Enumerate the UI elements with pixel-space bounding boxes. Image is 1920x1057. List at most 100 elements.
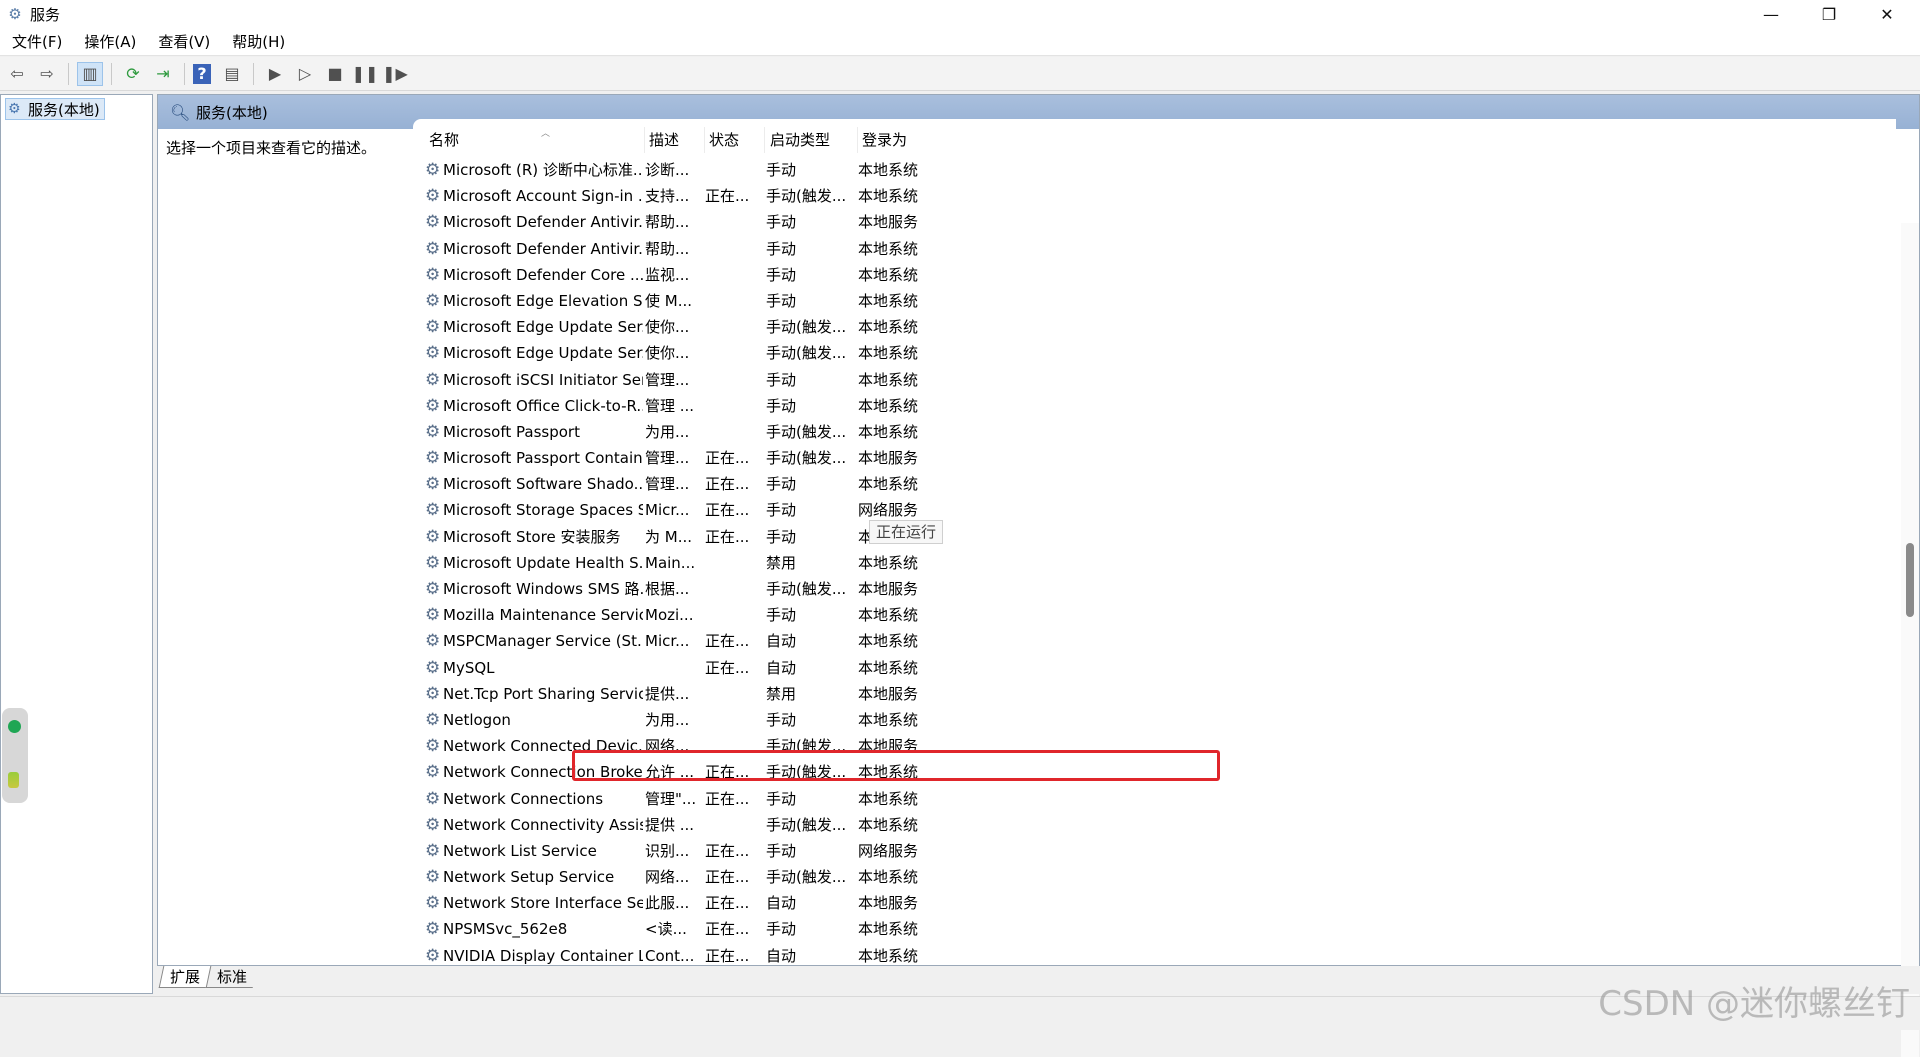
cell-name: NPSMSvc_562e8 [443, 920, 568, 939]
service-gear-icon: ⚙ [425, 919, 441, 940]
service-gear-icon: ⚙ [425, 526, 441, 547]
table-row[interactable]: ⚙ Microsoft Passport 为用... 手动(触发... 本地系统 [413, 419, 1896, 445]
table-row[interactable]: ⚙ NPSMSvc_562e8 <读... 正在... 手动 本地系统 [413, 916, 1896, 942]
cell-logon-as: 本地系统 [858, 187, 919, 206]
service-gear-icon: ⚙ [425, 683, 441, 704]
table-row[interactable]: ⚙ Microsoft (R) 诊断中心标准... 诊断... 手动 本地系统 [413, 157, 1896, 183]
cell-logon-as: 本地系统 [858, 422, 919, 441]
table-row[interactable]: ⚙ Microsoft Office Click-to-R... 管理 ... 手动 本… [413, 393, 1896, 419]
menu-file[interactable]: 文件(F) [0, 31, 72, 52]
service-gear-icon: ⚙ [425, 788, 441, 809]
table-row[interactable]: ⚙ Microsoft Software Shado... 管理... 正在... 手动… [413, 471, 1896, 497]
table-row[interactable]: ⚙ MySQL 正在... 自动 本地系统 [413, 655, 1896, 681]
table-row[interactable]: ⚙ NVIDIA Display Container LS Cont... 正在...… [413, 943, 1896, 965]
cell-status [705, 236, 763, 262]
table-row[interactable]: ⚙ Microsoft iSCSI Initiator Ser... 管理... 手动… [413, 367, 1896, 393]
column-header-startup-type[interactable]: 启动类型 [766, 127, 858, 153]
minimize-button[interactable]: — [1742, 0, 1800, 28]
cell-description: 网络... [645, 868, 690, 887]
stop-service-icon[interactable]: ■ [322, 62, 348, 86]
service-gear-icon: ⚙ [425, 343, 441, 364]
table-row[interactable]: ⚙ Network Connectivity Assis... 提供 ... 手动(触… [413, 812, 1896, 838]
cell-description: Main... [645, 553, 696, 572]
cell-status [705, 157, 763, 183]
service-gear-icon: ⚙ [425, 264, 441, 285]
cell-startup-type: 手动 [766, 606, 797, 625]
cell-name: Microsoft Passport Container [443, 449, 643, 468]
cell-description: 识别... [645, 841, 690, 860]
close-button[interactable]: ✕ [1858, 0, 1916, 28]
table-row[interactable]: ⚙ Netlogon 为用... 手动 本地系统 [413, 707, 1896, 733]
vertical-scrollbar[interactable] [1901, 223, 1919, 1057]
cell-description: 监视... [645, 265, 690, 284]
cell-description: 根据... [645, 580, 690, 598]
service-gear-icon: ⚙ [425, 709, 441, 730]
battery-icon [8, 772, 19, 788]
start-service-icon[interactable]: ▶ [262, 62, 288, 86]
service-gear-icon: ⚙ [425, 840, 441, 861]
table-row[interactable]: ⚙ Network Setup Service 网络... 正在... 手动(触发...… [413, 864, 1896, 890]
export-list-icon[interactable]: ⇥ [150, 62, 176, 86]
table-row[interactable]: ⚙ Microsoft Edge Update Ser... 使你... 手动(触发.… [413, 314, 1896, 340]
scrollbar-thumb[interactable] [1906, 543, 1914, 617]
table-row[interactable]: ⚙ Microsoft Storage Spaces S... Micr... 正在.… [413, 497, 1896, 523]
back-icon[interactable]: ⇦ [4, 62, 30, 86]
cell-startup-type: 手动(触发... [766, 344, 847, 363]
cell-name: Microsoft Update Health S... [443, 553, 643, 572]
help-icon[interactable]: ? [193, 63, 211, 84]
cell-name: Net.Tcp Port Sharing Service [443, 684, 643, 703]
table-row[interactable]: ⚙ Microsoft Passport Container 管理... 正在... 手… [413, 445, 1896, 471]
properties-icon[interactable]: ▤ [219, 62, 245, 86]
table-row[interactable]: ⚙ Microsoft Edge Elevation S... 使 M... 手动 本地… [413, 288, 1896, 314]
column-header-logon-as[interactable]: 登录为 [858, 127, 938, 153]
table-row[interactable]: ⚙ Microsoft Defender Antivir... 帮助... 手动 本地服… [413, 209, 1896, 235]
table-row[interactable]: ⚙Microsoft Store 安装服务为 M...正在...手动本地系统 [413, 524, 1896, 550]
table-row[interactable]: ⚙ Microsoft Windows SMS 路... 根据... 手动(触发...… [413, 576, 1896, 602]
table-row[interactable]: ⚙ Microsoft Edge Update Ser... 使你... 手动(触发.… [413, 340, 1896, 366]
resume-service-icon[interactable]: ❚▶ [382, 62, 408, 86]
cell-startup-type: 手动 [766, 161, 797, 179]
table-row[interactable]: ⚙ Microsoft Defender Core ... 监视... 手动 本地系统 [413, 262, 1896, 288]
service-gear-icon: ⚙ [425, 395, 441, 416]
cell-startup-type: 手动(触发... [766, 187, 847, 206]
cell-name: Microsoft Store 安装服务 [443, 527, 621, 546]
table-row[interactable]: ⚙ Microsoft Defender Antivir... 帮助... 手动 本地系… [413, 236, 1896, 262]
cell-logon-as: 本地系统 [858, 318, 919, 337]
forward-icon[interactable]: ⇨ [34, 62, 60, 86]
menu-action[interactable]: 操作(A) [72, 31, 146, 52]
menu-help[interactable]: 帮助(H) [220, 31, 295, 52]
table-row[interactable]: ⚙ Microsoft Update Health S... Main... 禁用 本地… [413, 550, 1896, 576]
cell-startup-type: 手动 [766, 265, 797, 284]
service-gear-icon: ⚙ [425, 186, 441, 207]
cell-startup-type: 自动 [766, 894, 797, 913]
table-row[interactable]: ⚙ Network List Service 识别... 正在... 手动 网络服务 [413, 838, 1896, 864]
menu-view[interactable]: 查看(V) [146, 31, 220, 52]
description-panel: 选择一个项目来查看它的描述。 [166, 139, 377, 157]
show-console-tree-icon[interactable]: ▥ [77, 61, 103, 86]
tab-extended[interactable]: 扩展 [158, 966, 211, 988]
refresh-icon[interactable]: ⟳ [120, 62, 146, 86]
tab-standard[interactable]: 标准 [205, 966, 258, 988]
column-header-name[interactable]: ︿ 名称 [425, 127, 645, 153]
tree-node-services-local[interactable]: ⚙ 服务(本地) [5, 98, 105, 120]
restore-button[interactable]: ❐ [1800, 0, 1858, 28]
table-row[interactable]: ⚙ Mozilla Maintenance Service Mozi... 手动 本地系… [413, 602, 1896, 628]
cell-startup-type: 手动 [766, 213, 797, 232]
pause-service-icon[interactable]: ❚❚ [352, 62, 379, 86]
cell-status: 正在... [705, 894, 750, 913]
start-service-alt-icon[interactable]: ▷ [292, 62, 318, 86]
toolbar-separator [253, 62, 254, 85]
column-header-status[interactable]: 状态 [705, 127, 765, 153]
column-header-description[interactable]: 描述 [645, 127, 705, 153]
cell-startup-type: 手动 [766, 920, 797, 939]
cell-name: Microsoft Edge Elevation S... [443, 291, 643, 310]
table-row[interactable]: ⚙ Net.Tcp Port Sharing Service 提供... 禁用 本地服务 [413, 681, 1896, 707]
table-row[interactable]: ⚙ Network Store Interface Se... 此服... 正在...… [413, 890, 1896, 916]
cell-logon-as: 本地系统 [858, 946, 919, 965]
toolbar: ⇦ ⇨ ▥ ⟳ ⇥ ? ▤ ▶ ▷ ■ ❚❚ ❚▶ [0, 57, 1920, 91]
table-row[interactable]: ⚙ Network Connections 管理"... 正在... 手动 本地系统 [413, 786, 1896, 812]
cell-status: 正在... [705, 632, 750, 651]
table-row[interactable]: ⚙ Microsoft Account Sign-in ... 支持... 正在...… [413, 183, 1896, 209]
table-row[interactable]: ⚙ MSPCManager Service (St... Micr... 正在... 自… [413, 628, 1896, 654]
side-widget[interactable] [2, 708, 28, 803]
